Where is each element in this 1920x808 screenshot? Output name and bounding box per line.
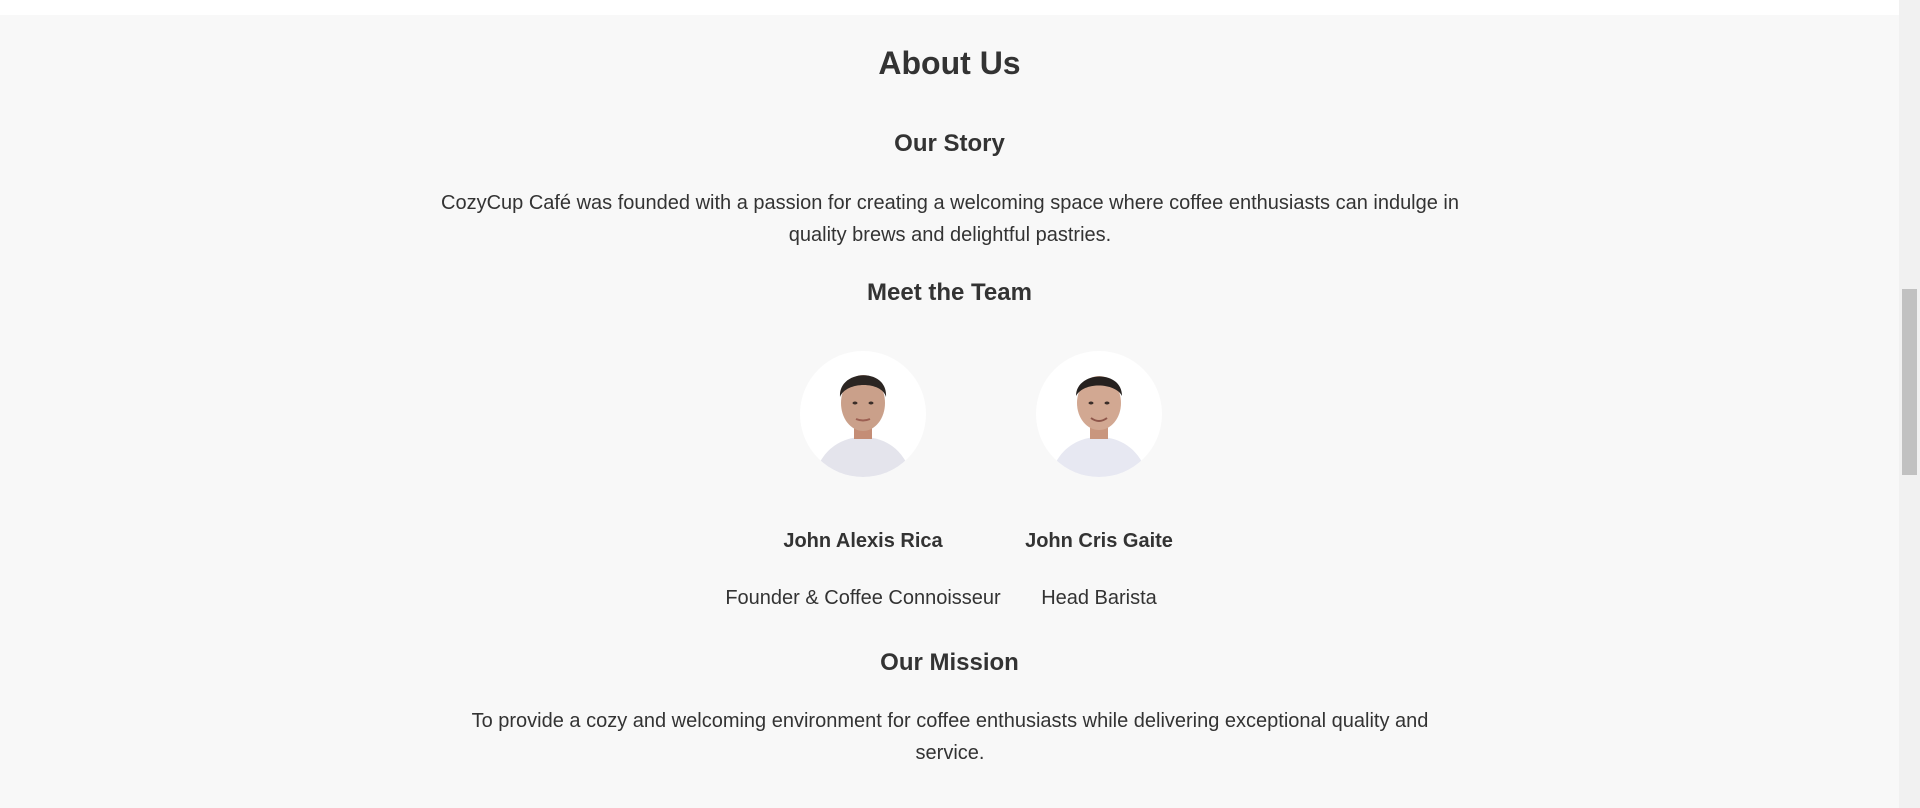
team-member-name: John Cris Gaite: [1025, 530, 1173, 552]
mission-heading: Our Mission: [880, 649, 1019, 676]
scrollbar-thumb[interactable]: [1902, 289, 1917, 475]
team-member-role: Head Barista: [1041, 587, 1157, 609]
person-portrait-icon: [1050, 376, 1148, 477]
mission-text: To provide a cozy and welcoming environm…: [471, 710, 1429, 764]
team-heading: Meet the Team: [867, 279, 1032, 306]
team-member-photo: [1036, 351, 1162, 477]
vertical-scrollbar[interactable]: [1899, 0, 1920, 808]
about-section: About Us Our Story CozyCup Café was foun…: [0, 15, 1899, 808]
story-text: CozyCup Café was founded with a passion …: [441, 192, 1459, 246]
story-heading: Our Story: [894, 130, 1005, 157]
team-member-card: John Cris Gaite Head Barista: [949, 337, 1249, 610]
about-title: About Us: [878, 45, 1021, 81]
header-bottom-edge: [0, 0, 1899, 15]
team-member-photo: [800, 351, 926, 477]
person-portrait-icon: [814, 375, 912, 477]
